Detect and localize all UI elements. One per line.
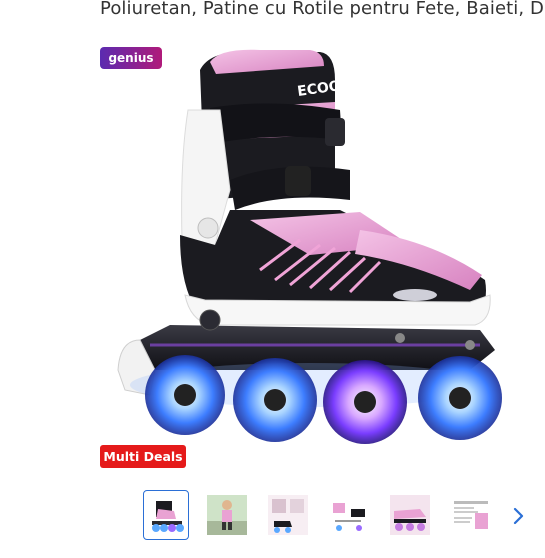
thumbnail-3[interactable]	[265, 490, 311, 540]
thumbnail-1[interactable]	[143, 490, 189, 540]
chevron-right-icon[interactable]	[508, 502, 530, 530]
thumbnail-5[interactable]	[387, 490, 433, 540]
thumbnail-4[interactable]	[326, 490, 372, 540]
multi-deals-badge[interactable]: Multi Deals	[100, 445, 186, 468]
thumbnail-2[interactable]	[204, 490, 250, 540]
product-main-image[interactable]: ECOO	[110, 40, 510, 460]
product-title: Poliuretan, Patine cu Rotile pentru Fete…	[100, 0, 545, 19]
thumbnail-6[interactable]	[448, 490, 494, 540]
thumbnail-strip	[143, 490, 494, 540]
genius-badge: genius	[100, 47, 162, 69]
